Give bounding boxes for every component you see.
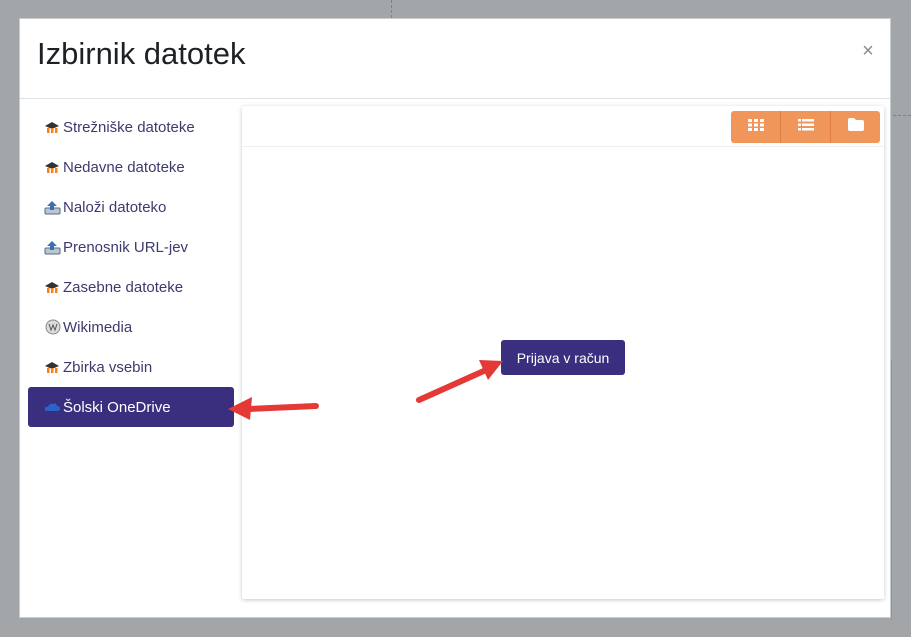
sidebar-item-label: Zbirka vsebin xyxy=(63,358,153,376)
sidebar-item-label: Zasebne datoteke xyxy=(63,278,184,296)
upload-icon xyxy=(44,199,61,216)
login-button[interactable]: Prijava v račun xyxy=(501,340,625,375)
upload-icon xyxy=(44,239,61,256)
grid-view-button[interactable] xyxy=(731,111,781,143)
file-picker-dialog: Izbirnik datotek × Strežniške datoteke N… xyxy=(19,18,891,618)
backdrop-dashed-line xyxy=(391,0,393,18)
list-view-button[interactable] xyxy=(781,111,831,143)
sidebar-item-upload-file[interactable]: Naloži datoteko xyxy=(28,187,236,227)
sidebar-item-url-downloader[interactable]: Prenosnik URL-jev xyxy=(28,227,236,267)
sidebar-item-wikimedia[interactable]: Wikimedia xyxy=(28,307,236,347)
backdrop-edge xyxy=(891,360,892,620)
sidebar-item-label: Šolski OneDrive xyxy=(63,398,171,416)
wikimedia-icon xyxy=(44,319,61,336)
dialog-header: Izbirnik datotek × xyxy=(20,19,890,99)
dialog-title: Izbirnik datotek xyxy=(37,36,246,71)
onedrive-icon xyxy=(44,399,61,416)
moodle-icon xyxy=(44,159,61,176)
content-toolbar xyxy=(242,106,884,147)
moodle-icon xyxy=(44,279,61,296)
repository-content-pane: Prijava v račun xyxy=(242,106,884,599)
sidebar-item-school-onedrive[interactable]: Šolski OneDrive xyxy=(28,387,234,427)
sidebar-item-recent-files[interactable]: Nedavne datoteke xyxy=(28,147,236,187)
backdrop-dashed-line xyxy=(893,115,911,116)
grid-view-icon xyxy=(747,118,764,136)
view-mode-group xyxy=(731,111,880,143)
folder-view-icon xyxy=(847,118,864,136)
sidebar-item-label: Prenosnik URL-jev xyxy=(63,238,189,256)
sidebar-item-label: Strežniške datoteke xyxy=(63,118,195,136)
sidebar-item-server-files[interactable]: Strežniške datoteke xyxy=(28,107,236,147)
sidebar-item-label: Wikimedia xyxy=(63,318,133,336)
folder-view-button[interactable] xyxy=(831,111,880,143)
list-view-icon xyxy=(797,118,814,136)
moodle-icon xyxy=(44,359,61,376)
sidebar-item-content-bank[interactable]: Zbirka vsebin xyxy=(28,347,236,387)
close-button[interactable]: × xyxy=(860,41,876,61)
sidebar-item-label: Naloži datoteko xyxy=(63,198,167,216)
moodle-icon xyxy=(44,119,61,136)
repository-sidebar: Strežniške datoteke Nedavne datoteke Nal… xyxy=(28,107,236,427)
sidebar-item-label: Nedavne datoteke xyxy=(63,158,185,176)
sidebar-item-private-files[interactable]: Zasebne datoteke xyxy=(28,267,236,307)
